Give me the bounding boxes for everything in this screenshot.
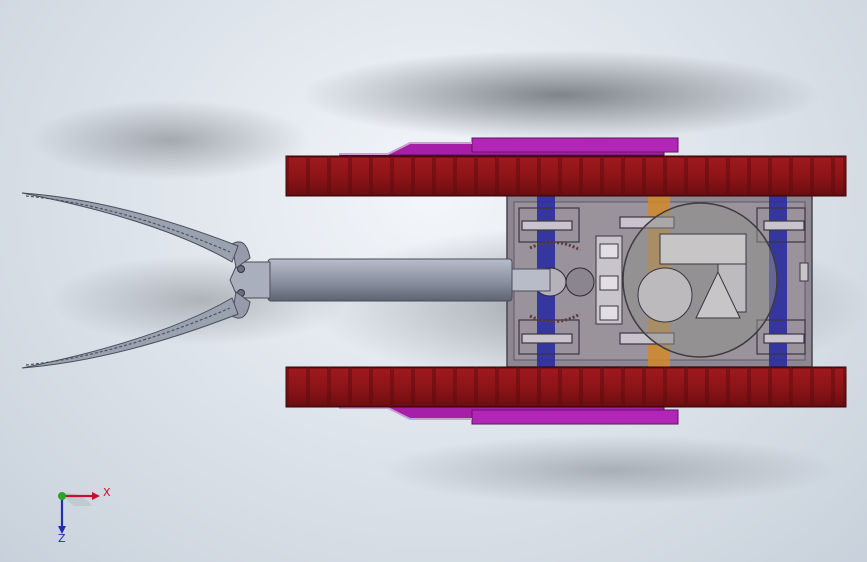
lower-track[interactable] [285, 366, 847, 408]
x-axis-label: X [103, 486, 111, 499]
y-axis-dot [58, 492, 66, 500]
z-axis-label: Z [58, 532, 66, 545]
upper-track[interactable] [285, 155, 847, 197]
cad-viewport[interactable]: X Z [0, 0, 867, 562]
upper-gripper-blade[interactable] [21, 192, 239, 263]
upper-side-rail[interactable] [339, 137, 679, 156]
coordinate-triad: X Z [48, 482, 118, 546]
extension-arm[interactable] [267, 258, 551, 302]
robot-model-view[interactable] [0, 0, 867, 562]
lower-side-rail[interactable] [339, 406, 679, 425]
